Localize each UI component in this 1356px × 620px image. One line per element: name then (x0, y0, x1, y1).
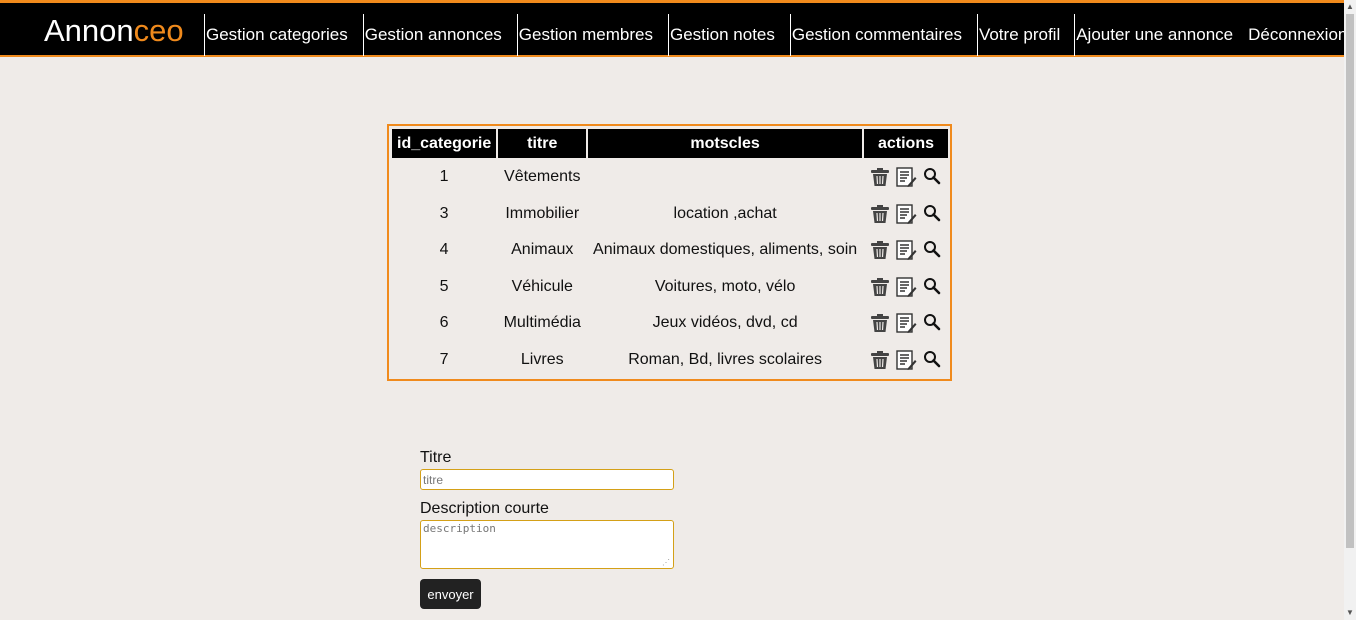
top-nav-bar: Annonceo Gestion categories Gestion anno… (0, 0, 1347, 57)
scroll-down-arrow-icon[interactable]: ▼ (1344, 606, 1356, 620)
description-label: Description courte (420, 500, 549, 517)
row-actions (867, 276, 945, 298)
resize-grip-icon[interactable]: ⋰ (662, 558, 671, 567)
cell-actions (864, 160, 948, 195)
nav-gestion-membres[interactable]: Gestion membres (518, 14, 654, 56)
main-nav: Gestion categories Gestion annonces Gest… (204, 14, 1348, 56)
envoyer-button[interactable]: envoyer (420, 579, 481, 609)
cell-motscles: Jeux vidéos, dvd, cd (652, 314, 798, 332)
magnifier-icon[interactable] (921, 349, 943, 371)
nav-gestion-notes[interactable]: Gestion notes (669, 14, 776, 56)
cell-titre: Immobilier (505, 204, 580, 222)
trash-icon[interactable] (869, 166, 891, 188)
table-row: 4 Animaux Animaux domestiques, aliments, s… (392, 233, 948, 268)
cell-motscles (588, 160, 862, 195)
table-row: 3 Immobilier location ,achat (392, 197, 948, 232)
edit-icon[interactable] (895, 349, 917, 371)
nav-ajouter-annonce[interactable]: Ajouter une annonce (1075, 14, 1234, 56)
column-header-titre: titre (498, 129, 587, 158)
cell-motscles: location ,achat (673, 204, 777, 222)
trash-icon[interactable] (869, 312, 891, 334)
column-header-motscles: motscles (588, 129, 862, 158)
trash-icon[interactable] (869, 349, 891, 371)
magnifier-icon[interactable] (921, 239, 943, 261)
row-actions (867, 312, 945, 334)
cell-motscles: Animaux domestiques, aliments, soin (593, 241, 858, 259)
table-body: 1 Vêtements 3 Immobilier location ,achat 4 Ani… (392, 160, 948, 377)
column-header-id-categorie: id_categorie (392, 129, 497, 158)
titre-label: Titre (420, 449, 452, 466)
table-row: 1 Vêtements (392, 160, 948, 195)
table-row: 7 Livres Roman, Bd, livres scolaires (392, 343, 948, 378)
row-actions (867, 239, 945, 261)
magnifier-icon[interactable] (921, 276, 943, 298)
row-actions (867, 166, 945, 188)
magnifier-icon[interactable] (921, 312, 943, 334)
cell-id-categorie: 7 (439, 350, 449, 368)
cell-id-categorie: 5 (439, 277, 449, 295)
cell-actions (864, 233, 948, 268)
cell-motscles: Roman, Bd, livres scolaires (628, 350, 823, 368)
logo-main-text: Annon (44, 13, 134, 48)
row-actions (867, 349, 945, 371)
categories-table-container: id_categorie titre motscles actions 1 Vêt… (387, 124, 952, 381)
edit-icon[interactable] (895, 166, 917, 188)
cell-actions (864, 270, 948, 305)
logo-accent-text: ceo (133, 13, 184, 48)
scroll-up-arrow-icon[interactable]: ▲ (1344, 0, 1356, 14)
cell-id-categorie: 4 (439, 241, 449, 259)
column-header-actions: actions (863, 129, 948, 158)
cell-titre: Livres (520, 350, 564, 368)
trash-icon[interactable] (869, 239, 891, 261)
magnifier-icon[interactable] (921, 203, 943, 225)
cell-titre: Animaux (511, 241, 574, 259)
nav-gestion-categories[interactable]: Gestion categories (205, 14, 349, 56)
titre-input[interactable] (420, 469, 674, 490)
magnifier-icon[interactable] (921, 166, 943, 188)
nav-deconnexion[interactable]: Déconnexion (1247, 14, 1348, 56)
edit-icon[interactable] (895, 203, 917, 225)
cell-actions (864, 306, 948, 341)
edit-icon[interactable] (895, 239, 917, 261)
cell-id-categorie: 6 (439, 314, 449, 332)
nav-votre-profil[interactable]: Votre profil (978, 14, 1061, 56)
table-row: 6 Multimédia Jeux vidéos, dvd, cd (392, 306, 948, 341)
cell-motscles: Voitures, moto, vélo (654, 277, 796, 295)
cell-id-categorie: 1 (439, 168, 449, 186)
scroll-thumb[interactable] (1346, 14, 1354, 548)
table-header-row: id_categorie titre motscles actions (392, 129, 948, 158)
cell-id-categorie: 3 (439, 204, 449, 222)
vertical-scrollbar[interactable]: ▲ ▼ (1344, 0, 1356, 620)
trash-icon[interactable] (869, 203, 891, 225)
edit-icon[interactable] (895, 276, 917, 298)
cell-titre: Multimédia (503, 314, 581, 332)
cell-actions (864, 343, 948, 378)
description-textarea[interactable] (420, 520, 674, 569)
cell-actions (864, 197, 948, 232)
categories-table: id_categorie titre motscles actions 1 Vêt… (390, 127, 950, 379)
table-row: 5 Véhicule Voitures, moto, vélo (392, 270, 948, 305)
nav-gestion-annonces[interactable]: Gestion annonces (364, 14, 503, 56)
site-logo[interactable]: Annonceo (44, 13, 184, 49)
nav-gestion-commentaires[interactable]: Gestion commentaires (791, 14, 963, 56)
cell-titre: Véhicule (511, 277, 573, 295)
cell-titre: Vêtements (504, 168, 581, 186)
edit-icon[interactable] (895, 312, 917, 334)
trash-icon[interactable] (869, 276, 891, 298)
row-actions (867, 203, 945, 225)
